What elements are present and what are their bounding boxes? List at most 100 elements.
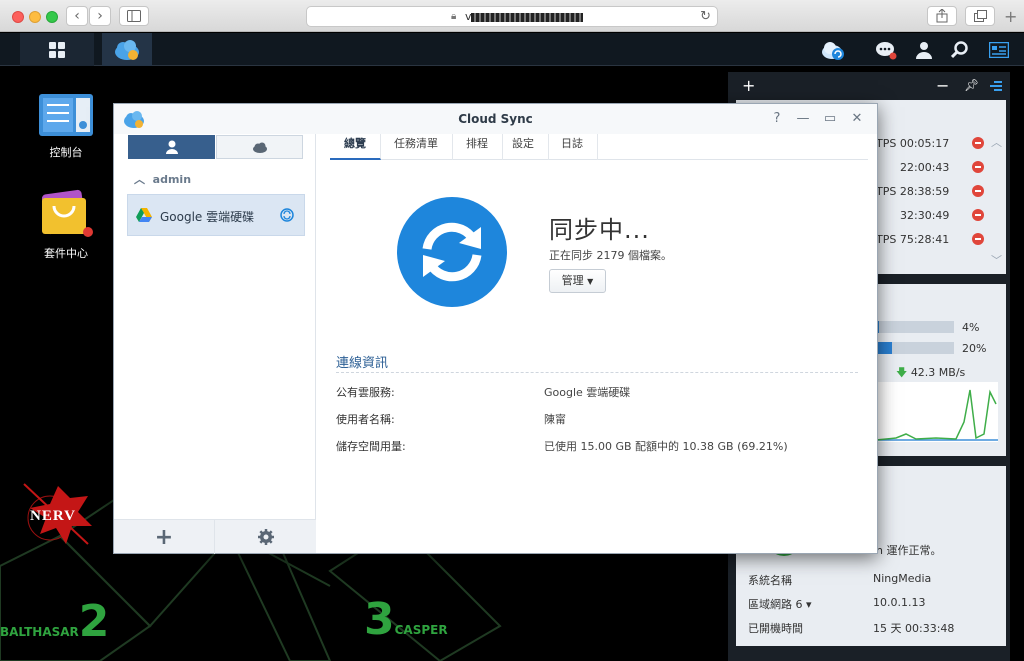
storage-usage-label: 儲存空間用量: bbox=[336, 440, 406, 453]
kick-connection-icon[interactable] bbox=[972, 233, 984, 245]
chevron-left-icon: ‹ bbox=[74, 8, 80, 24]
tab-log[interactable]: 日誌 bbox=[547, 134, 598, 160]
nerv-logo: NERV bbox=[18, 478, 98, 553]
tab-overview[interactable]: 總覽 bbox=[330, 134, 381, 160]
dsm-taskbar bbox=[0, 33, 1024, 66]
maximize-icon[interactable]: ▭ bbox=[823, 111, 837, 126]
chevron-right-icon: › bbox=[97, 8, 103, 24]
help-icon[interactable]: ? bbox=[770, 111, 784, 126]
kick-connection-icon[interactable] bbox=[972, 137, 984, 149]
system-name-value: NingMedia bbox=[873, 572, 932, 585]
new-tab-button[interactable]: + bbox=[1004, 7, 1017, 26]
tab-settings[interactable]: 設定 bbox=[498, 134, 549, 160]
balthasar-label: BALTHASAR2 bbox=[0, 596, 109, 647]
uptime-value: 15 天 00:33:48 bbox=[873, 622, 955, 635]
ram-bar-fill bbox=[876, 342, 892, 354]
syncing-status-icon bbox=[280, 208, 294, 222]
pin-icon[interactable]: 📌︎ bbox=[964, 78, 979, 92]
manage-dropdown-button[interactable]: 管理 ▼ bbox=[549, 269, 606, 293]
username-value: 陳甯 bbox=[544, 413, 566, 426]
task-item-google-drive[interactable]: Google 雲端硬碟 bbox=[127, 194, 305, 236]
tab-schedule[interactable]: 排程 bbox=[452, 134, 503, 160]
lock-icon: 🔒︎ bbox=[451, 11, 457, 22]
arrow-down-icon: 🡇︎ bbox=[896, 366, 908, 379]
zoom-window-button[interactable] bbox=[46, 11, 58, 23]
chat-icon bbox=[876, 41, 897, 59]
connection-info-heading: 連線資訊 bbox=[336, 356, 389, 371]
chevron-up-icon: ︿ bbox=[134, 173, 145, 186]
balthasar-name: BALTHASAR bbox=[0, 625, 79, 639]
username-label: 使用者名稱: bbox=[336, 413, 395, 426]
lan-label[interactable]: 區域網路 6 ▾ bbox=[748, 596, 812, 612]
user-button[interactable] bbox=[910, 33, 938, 66]
health-status: n 運作正常。 bbox=[876, 544, 942, 557]
casper-label: 3CASPER bbox=[364, 594, 448, 645]
back-button[interactable]: ‹ bbox=[66, 6, 88, 26]
forward-button[interactable]: › bbox=[89, 6, 111, 26]
cloud-service-value: Google 雲端硬碟 bbox=[544, 386, 631, 399]
manage-label: 管理 bbox=[561, 274, 584, 287]
tab-bar: 總覽 任務清單 排程 設定 日誌 bbox=[330, 134, 868, 160]
grid-icon bbox=[49, 41, 65, 58]
kick-connection-icon[interactable] bbox=[972, 209, 984, 221]
scroll-up-icon[interactable]: ︿ bbox=[991, 134, 1002, 150]
package-center-icon bbox=[41, 189, 93, 237]
window-titlebar[interactable]: Cloud Sync ? — ▭ ✕ bbox=[114, 104, 877, 134]
sync-status-title: 同步中... bbox=[549, 216, 650, 244]
user-icon bbox=[916, 41, 932, 59]
add-task-button[interactable]: + bbox=[114, 520, 215, 554]
tabs-overview-button[interactable] bbox=[965, 6, 995, 26]
reload-icon[interactable]: ↻ bbox=[700, 9, 711, 24]
redacted-url bbox=[471, 13, 583, 22]
cpu-percent: 4% bbox=[962, 321, 980, 334]
section-divider bbox=[336, 372, 858, 373]
account-name: admin bbox=[152, 173, 192, 186]
download-speed: 🡇︎ 42.3 MB/s bbox=[896, 364, 965, 383]
kick-connection-icon[interactable] bbox=[972, 161, 984, 173]
cloud-sync-taskbar-button[interactable] bbox=[102, 33, 152, 66]
desktop-icon-control-panel[interactable]: 控制台 bbox=[26, 93, 106, 160]
user-view-toggle[interactable] bbox=[128, 135, 215, 159]
close-icon[interactable]: ✕ bbox=[850, 111, 864, 126]
minimize-widgets-icon[interactable]: − bbox=[936, 76, 949, 95]
tabs-icon bbox=[973, 10, 987, 22]
system-name-label: 系統名稱 bbox=[748, 574, 792, 587]
add-widget-icon[interactable]: + bbox=[742, 76, 755, 95]
search-button[interactable] bbox=[946, 33, 974, 66]
sync-arrows-icon bbox=[422, 222, 482, 282]
sidebar-toggle-button[interactable] bbox=[119, 6, 149, 26]
window-title: Cloud Sync bbox=[458, 112, 533, 126]
nerv-text: NERV bbox=[30, 508, 76, 524]
cloud-status-button[interactable] bbox=[818, 33, 848, 66]
minimize-icon[interactable]: — bbox=[796, 111, 810, 126]
casper-number: 3 bbox=[364, 594, 395, 645]
settings-button[interactable] bbox=[215, 520, 316, 554]
cloud-icon bbox=[253, 142, 267, 153]
search-icon bbox=[951, 40, 968, 58]
connection-time: TPS 00:05:17 bbox=[876, 137, 950, 150]
main-menu-button[interactable] bbox=[20, 33, 94, 66]
scroll-down-icon[interactable]: ﹀ bbox=[991, 252, 1002, 268]
notifications-button[interactable] bbox=[872, 33, 900, 66]
network-graph bbox=[876, 382, 998, 442]
cloud-service-label: 公有雲服務: bbox=[336, 386, 395, 399]
uptime-label: 已開機時間 bbox=[748, 622, 803, 635]
close-window-button[interactable] bbox=[12, 11, 24, 23]
lan-value: 10.0.1.13 bbox=[873, 596, 926, 609]
desktop-icon-package-center[interactable]: 套件中心 bbox=[26, 188, 106, 261]
account-group-header[interactable]: ︿ admin bbox=[134, 171, 191, 187]
widgets-icon bbox=[989, 41, 1009, 58]
share-icon bbox=[936, 8, 948, 23]
cloud-view-toggle[interactable] bbox=[216, 135, 303, 159]
widgets-menu-icon[interactable] bbox=[990, 81, 1002, 92]
casper-name: CASPER bbox=[394, 623, 448, 637]
desktop-icon-label: 套件中心 bbox=[44, 247, 88, 260]
address-bar[interactable]: 🔒︎ v ↻ bbox=[306, 6, 718, 27]
tab-task-list[interactable]: 任務清單 bbox=[380, 134, 453, 160]
cpu-bar bbox=[876, 321, 954, 333]
minimize-window-button[interactable] bbox=[29, 11, 41, 23]
share-button[interactable] bbox=[927, 6, 957, 26]
balthasar-number: 2 bbox=[78, 596, 110, 647]
widgets-toggle-button[interactable] bbox=[984, 33, 1014, 66]
kick-connection-icon[interactable] bbox=[972, 185, 984, 197]
